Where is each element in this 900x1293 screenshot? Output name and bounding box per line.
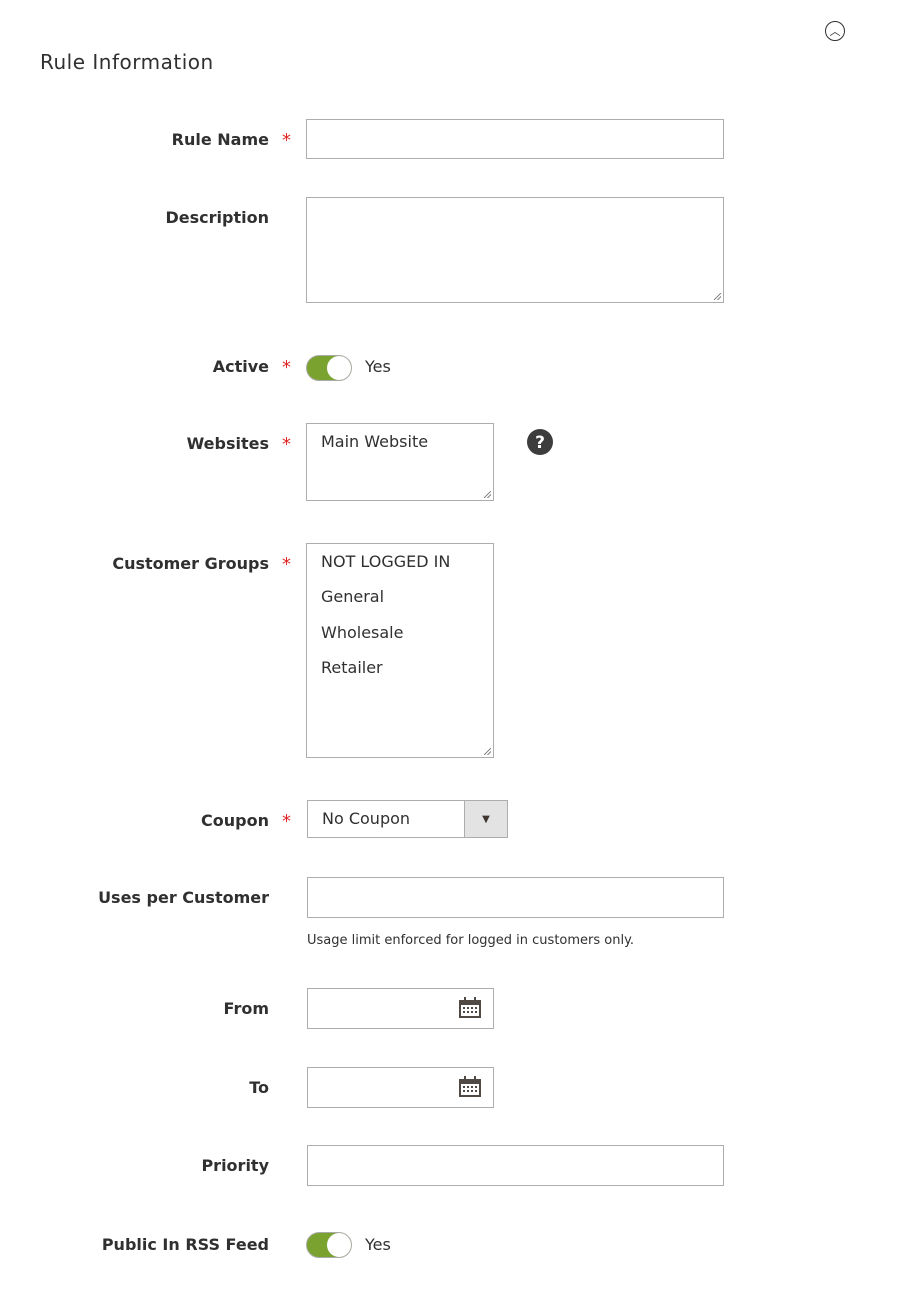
required-marker: *	[282, 130, 291, 151]
priority-label: Priority	[201, 1156, 269, 1175]
required-marker: *	[282, 811, 291, 832]
chevron-down-icon[interactable]: ▼	[464, 801, 507, 837]
calendar-icon[interactable]	[458, 997, 482, 1019]
rss-label: Public In RSS Feed	[101, 1235, 269, 1254]
customer-groups-multiselect[interactable]: NOT LOGGED IN General Wholesale Retailer	[306, 543, 494, 758]
coupon-label: Coupon	[201, 811, 269, 830]
required-marker: *	[282, 357, 291, 378]
customer-group-option[interactable]: NOT LOGGED IN	[321, 552, 450, 571]
from-date-input[interactable]	[307, 988, 494, 1029]
svg-text:?: ?	[535, 433, 545, 453]
resize-handle[interactable]	[484, 748, 491, 755]
rule-name-label: Rule Name	[171, 130, 269, 149]
coupon-select[interactable]: No Coupon ▼	[307, 800, 508, 838]
to-label: To	[249, 1078, 269, 1097]
websites-multiselect[interactable]: Main Website	[306, 423, 494, 501]
rule-name-input[interactable]	[306, 119, 724, 159]
customer-group-option[interactable]: Retailer	[321, 658, 383, 677]
resize-handle[interactable]	[484, 491, 491, 498]
rss-toggle[interactable]	[306, 1232, 352, 1258]
websites-label: Websites	[186, 434, 269, 453]
customer-group-option[interactable]: General	[321, 587, 384, 606]
required-marker: *	[282, 554, 291, 575]
customer-groups-label: Customer Groups	[112, 554, 269, 573]
toggle-knob	[327, 356, 351, 380]
uses-per-customer-label: Uses per Customer	[98, 888, 269, 907]
customer-group-option[interactable]: Wholesale	[321, 623, 403, 642]
resize-handle[interactable]	[714, 293, 721, 300]
uses-per-customer-note: Usage limit enforced for logged in custo…	[307, 933, 635, 948]
active-label: Active	[212, 357, 269, 376]
priority-input[interactable]	[307, 1145, 724, 1186]
from-label: From	[223, 999, 269, 1018]
description-label: Description	[165, 208, 269, 227]
calendar-icon[interactable]	[458, 1076, 482, 1098]
uses-per-customer-input[interactable]	[307, 877, 724, 918]
coupon-selected-value: No Coupon	[322, 809, 411, 828]
to-date-input[interactable]	[307, 1067, 494, 1108]
toggle-knob	[327, 1233, 351, 1257]
section-title: Rule Information	[40, 50, 214, 74]
rss-state-text: Yes	[365, 1235, 391, 1254]
required-marker: *	[282, 434, 291, 455]
description-textarea[interactable]	[306, 197, 724, 303]
question-circle-icon[interactable]: ?	[527, 429, 553, 455]
active-toggle[interactable]	[306, 355, 352, 381]
active-state-text: Yes	[365, 357, 391, 376]
website-option[interactable]: Main Website	[321, 432, 428, 451]
chevron-up-circle-icon[interactable]: ︿	[825, 21, 845, 41]
